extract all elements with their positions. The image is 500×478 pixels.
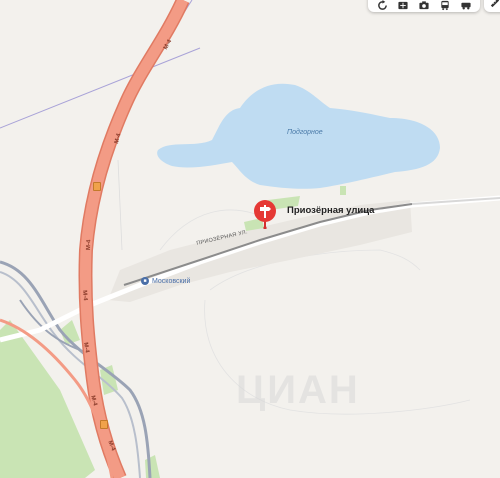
rotate-icon[interactable] bbox=[375, 0, 389, 12]
panorama-icon[interactable] bbox=[396, 0, 410, 12]
location-pin[interactable] bbox=[253, 199, 277, 230]
map-canvas[interactable]: М-4 М-4 М-4 М-4 М-4 М-4 М-4 Подгорное ПР… bbox=[0, 0, 500, 478]
street-name-label: Приозёрная улица bbox=[287, 205, 375, 216]
settlement-label[interactable]: ■ Московский bbox=[141, 277, 190, 285]
green-area bbox=[340, 186, 346, 195]
highway-label: М-4 bbox=[81, 290, 88, 301]
terrain-line bbox=[117, 159, 123, 251]
lake-shape bbox=[157, 83, 440, 189]
ruler-icon bbox=[490, 0, 500, 8]
traffic-icon[interactable] bbox=[459, 0, 473, 12]
watermark: ЦИАН bbox=[236, 368, 360, 412]
highway-m4 bbox=[79, 0, 189, 478]
lake-label: Подгорное bbox=[287, 129, 323, 136]
transit-icon[interactable] bbox=[438, 0, 452, 12]
signpost-icon bbox=[254, 200, 276, 230]
camera-icon[interactable] bbox=[417, 0, 431, 12]
map-toolbar bbox=[368, 0, 480, 12]
local-road-casing bbox=[0, 195, 500, 343]
fuel-station-icon[interactable] bbox=[100, 420, 108, 429]
green-area bbox=[0, 320, 95, 478]
admin-boundary bbox=[0, 47, 201, 129]
highway-label: М-4 bbox=[86, 239, 93, 251]
fuel-station-icon[interactable] bbox=[93, 182, 101, 191]
settlement-name: Московский bbox=[152, 277, 191, 285]
bus-stop-icon: ■ bbox=[141, 277, 149, 285]
ruler-button[interactable] bbox=[484, 0, 500, 12]
